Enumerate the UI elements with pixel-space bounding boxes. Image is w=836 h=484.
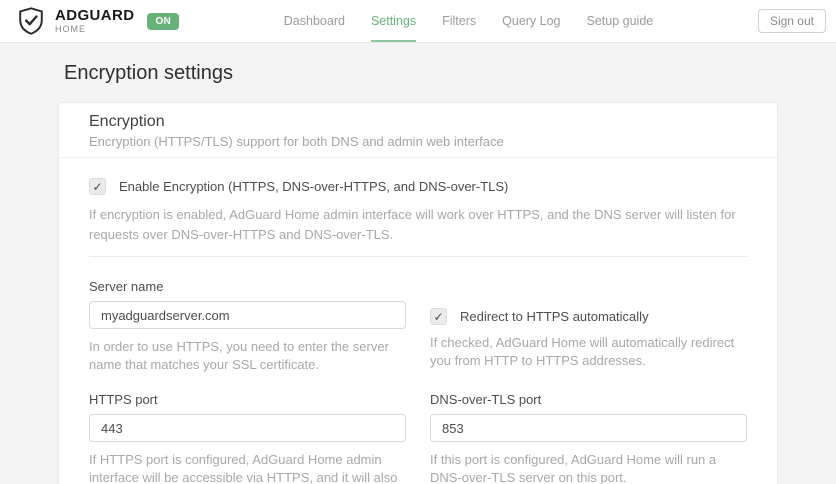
- nav-item-query-log[interactable]: Query Log: [502, 0, 560, 42]
- tls-port-field-group: DNS-over-TLS port If this port is config…: [430, 392, 747, 484]
- nav-item-settings[interactable]: Settings: [370, 0, 417, 42]
- nav-item-filters[interactable]: Filters: [442, 0, 476, 42]
- adguard-shield-check-icon: [16, 6, 46, 36]
- redirect-https-checkbox[interactable]: ✓ Redirect to HTTPS automatically: [430, 308, 747, 325]
- redirect-https-label: Redirect to HTTPS automatically: [460, 309, 649, 324]
- enable-encryption-label: Enable Encryption (HTTPS, DNS-over-HTTPS…: [119, 179, 509, 194]
- tls-port-help: If this port is configured, AdGuard Home…: [430, 452, 717, 484]
- page-content: Encryption settings Encryption Encryptio…: [0, 62, 836, 484]
- nav-item-setup-guide[interactable]: Setup guide: [587, 0, 654, 42]
- checkbox-checked-icon[interactable]: ✓: [89, 178, 106, 195]
- section-divider: [89, 256, 747, 257]
- enable-encryption-checkbox[interactable]: ✓ Enable Encryption (HTTPS, DNS-over-HTT…: [89, 178, 747, 195]
- top-header: ADGUARD HOME ON Dashboard Settings Filte…: [0, 0, 836, 43]
- encryption-card-body: ✓ Enable Encryption (HTTPS, DNS-over-HTT…: [59, 158, 777, 484]
- encryption-card: Encryption Encryption (HTTPS/TLS) suppor…: [58, 102, 778, 484]
- https-port-input[interactable]: [89, 414, 406, 442]
- card-title: Encryption: [89, 113, 165, 130]
- protection-status-badge: ON: [147, 12, 180, 30]
- server-name-input[interactable]: [89, 301, 406, 329]
- brand: ADGUARD HOME ON: [16, 0, 180, 42]
- server-name-field-group: Server name In order to use HTTPS, you n…: [89, 279, 406, 374]
- https-port-help: If HTTPS port is configured, AdGuard Hom…: [89, 452, 398, 484]
- https-port-label: HTTPS port: [89, 392, 158, 407]
- enable-encryption-help: If encryption is enabled, AdGuard Home a…: [89, 207, 736, 242]
- server-name-label: Server name: [89, 279, 164, 294]
- tls-port-label: DNS-over-TLS port: [430, 392, 542, 407]
- redirect-field-group: ✓ Redirect to HTTPS automatically If che…: [430, 279, 747, 374]
- brand-text: ADGUARD HOME: [55, 8, 134, 34]
- card-subtitle: Encryption (HTTPS/TLS) support for both …: [89, 134, 504, 149]
- checkbox-checked-icon[interactable]: ✓: [430, 308, 447, 325]
- encryption-form-grid: Server name In order to use HTTPS, you n…: [89, 279, 747, 484]
- main-nav: Dashboard Settings Filters Query Log Set…: [284, 0, 653, 42]
- encryption-card-header: Encryption Encryption (HTTPS/TLS) suppor…: [59, 103, 777, 158]
- nav-item-dashboard[interactable]: Dashboard: [284, 0, 345, 42]
- sign-out-button[interactable]: Sign out: [757, 9, 826, 33]
- tls-port-input[interactable]: [430, 414, 747, 442]
- redirect-https-help: If checked, AdGuard Home will automatica…: [430, 335, 735, 368]
- https-port-field-group: HTTPS port If HTTPS port is configured, …: [89, 392, 406, 484]
- brand-sub: HOME: [55, 24, 86, 34]
- brand-name: ADGUARD: [55, 7, 135, 24]
- server-name-help: In order to use HTTPS, you need to enter…: [89, 339, 389, 372]
- page-title: Encryption settings: [64, 62, 233, 84]
